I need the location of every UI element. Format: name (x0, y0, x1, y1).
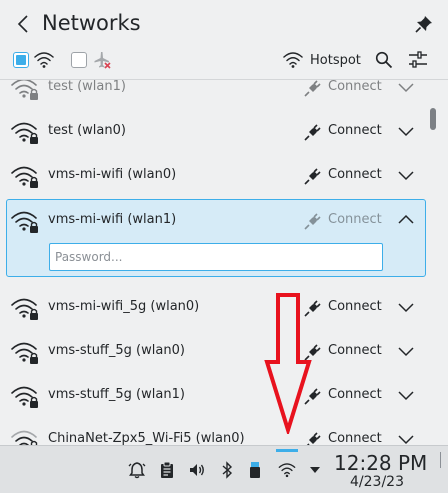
usb-device-icon[interactable] (246, 461, 264, 479)
back-button[interactable] (12, 12, 34, 36)
notifications-icon[interactable] (128, 461, 146, 479)
system-tray: 12:28 PM 4/23/23 (0, 445, 448, 493)
wifi-enable-checkbox[interactable] (13, 52, 29, 68)
show-desktop-button[interactable] (440, 452, 446, 468)
network-row[interactable]: vms-mi-wifi_5g (wlan0) Connect (6, 286, 426, 330)
page-title: Networks (42, 11, 141, 35)
connect-plug-icon (304, 168, 321, 185)
airplane-mode-icon (91, 50, 113, 70)
expanded-network-item[interactable]: vms-mi-wifi (wlan1) Connect (6, 199, 426, 277)
chevron-down-icon[interactable] (398, 389, 414, 401)
connect-button[interactable]: Connect (328, 342, 382, 360)
connect-button[interactable]: Connect (328, 80, 382, 96)
network-list[interactable]: test (wlan1) Connect test (wlan0) Connec… (0, 79, 448, 445)
clock-date[interactable]: 4/23/23 (350, 473, 404, 491)
network-row[interactable]: vms-stuff_5g (wlan0) Connect (6, 330, 426, 374)
chevron-down-icon[interactable] (398, 169, 414, 181)
connect-plug-icon (304, 344, 321, 361)
chevron-down-icon[interactable] (398, 345, 414, 357)
network-name: vms-mi-wifi (wlan0) (48, 167, 177, 182)
connect-button[interactable]: Connect (328, 386, 382, 404)
connect-button[interactable]: Connect (328, 166, 382, 184)
bluetooth-icon[interactable] (218, 461, 236, 479)
connect-plug-icon (304, 213, 321, 230)
networks-toolbar: Hotspot (0, 48, 448, 78)
search-button[interactable] (372, 49, 396, 71)
wifi-secured-icon (11, 211, 38, 233)
chevron-down-icon[interactable] (398, 81, 414, 93)
network-row[interactable]: ChinaNet-Zpx5_Wi-Fi5 (wlan0) Connect (6, 418, 426, 445)
password-field[interactable] (49, 243, 383, 271)
chevron-down-icon[interactable] (398, 125, 414, 137)
chevron-down-icon[interactable] (398, 433, 414, 445)
scrollbar-thumb[interactable] (430, 108, 436, 130)
network-row[interactable]: vms-mi-wifi (wlan1) Connect (6, 199, 426, 243)
wifi-icon (33, 50, 55, 70)
network-name: ChinaNet-Zpx5_Wi-Fi5 (wlan0) (48, 431, 245, 445)
connect-plug-icon (304, 124, 321, 141)
network-row[interactable]: vms-stuff_5g (wlan1) Connect (6, 374, 426, 418)
clipboard-icon[interactable] (158, 461, 176, 479)
connect-button[interactable]: Connect (328, 298, 382, 316)
network-name: test (wlan0) (48, 123, 126, 138)
network-row[interactable]: test (wlan0) Connect (6, 110, 426, 154)
network-name: vms-stuff_5g (wlan1) (48, 387, 185, 402)
applet-header: Networks (0, 0, 448, 48)
volume-icon[interactable] (188, 461, 206, 479)
wifi-secured-icon (11, 342, 38, 364)
scrollbar[interactable] (430, 80, 436, 445)
pin-icon (415, 16, 432, 33)
search-icon (375, 51, 393, 69)
connect-plug-icon (304, 300, 321, 317)
chevron-left-icon (17, 15, 28, 33)
configure-button[interactable] (406, 49, 430, 71)
chevron-up-icon[interactable] (398, 214, 414, 226)
connect-button[interactable]: Connect (328, 430, 382, 445)
connect-button[interactable]: Connect (328, 211, 382, 229)
network-name: vms-mi-wifi (wlan1) (48, 212, 177, 227)
pin-button[interactable] (412, 12, 436, 36)
wifi-secured-icon (11, 386, 38, 408)
wifi-secured-weak-icon (11, 430, 38, 445)
active-indicator (276, 449, 298, 452)
network-row[interactable]: test (wlan1) Connect (6, 79, 426, 110)
network-row[interactable]: vms-mi-wifi (wlan0) Connect (6, 154, 426, 198)
network-name: vms-stuff_5g (wlan0) (48, 343, 185, 358)
wifi-secured-icon (11, 298, 38, 320)
configure-icon (409, 51, 427, 68)
network-name: vms-mi-wifi_5g (wlan0) (48, 299, 200, 314)
connect-plug-icon (304, 80, 321, 97)
hotspot-label: Hotspot (310, 52, 361, 68)
wifi-secured-icon (11, 80, 38, 100)
expand-tray-icon[interactable] (306, 461, 324, 479)
clock-time[interactable]: 12:28 PM (334, 451, 427, 475)
hotspot-icon (283, 52, 303, 68)
hotspot-button[interactable]: Hotspot (282, 48, 361, 72)
network-name: test (wlan1) (48, 79, 126, 94)
wifi-icon[interactable] (278, 461, 296, 479)
airplane-mode-checkbox[interactable] (71, 52, 87, 68)
wifi-secured-icon (11, 166, 38, 188)
connect-button[interactable]: Connect (328, 122, 382, 140)
connect-plug-icon (306, 432, 321, 445)
wifi-secured-icon (11, 122, 38, 144)
connect-plug-icon (304, 388, 321, 405)
chevron-down-icon[interactable] (398, 301, 414, 313)
